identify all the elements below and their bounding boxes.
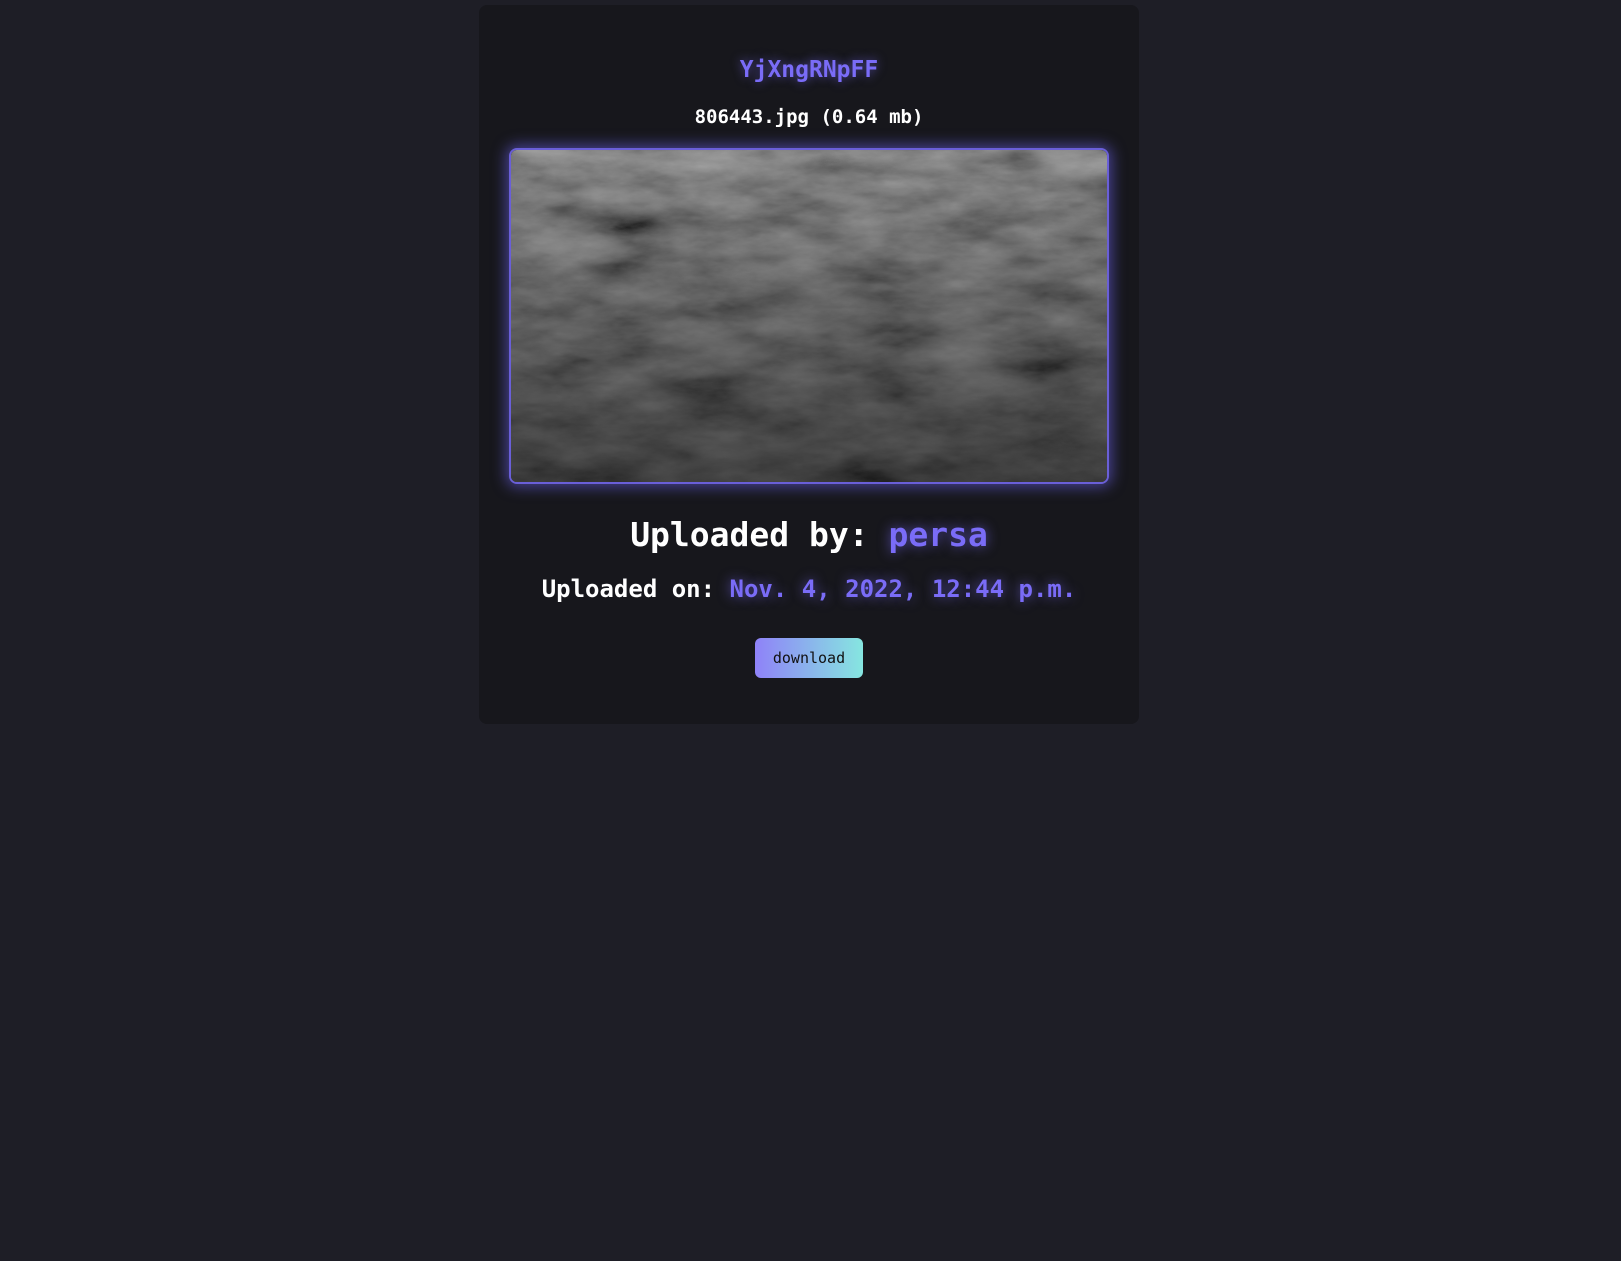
uploaded-by-label: Uploaded by: [630, 515, 889, 554]
file-code-title: YjXngRNpFF [739, 57, 879, 83]
uploader-name: persa [888, 515, 988, 554]
upload-date-value: Nov. 4, 2022, 12:44 p.m. [729, 575, 1077, 603]
image-preview [509, 148, 1109, 484]
download-button[interactable]: download [755, 638, 863, 678]
uploaded-by: Uploaded by: persa [479, 515, 1139, 554]
uploaded-on: Uploaded on: Nov. 4, 2022, 12:44 p.m. [479, 575, 1139, 603]
dark-waves-image [511, 150, 1107, 482]
actions: download [479, 638, 1139, 678]
uploaded-on-label: Uploaded on: [541, 575, 730, 603]
file-name-size: 806443.jpg (0.64 mb) [694, 106, 924, 128]
file-card: YjXngRNpFF 806443.jpg (0.64 mb) Uploaded… [479, 5, 1139, 724]
